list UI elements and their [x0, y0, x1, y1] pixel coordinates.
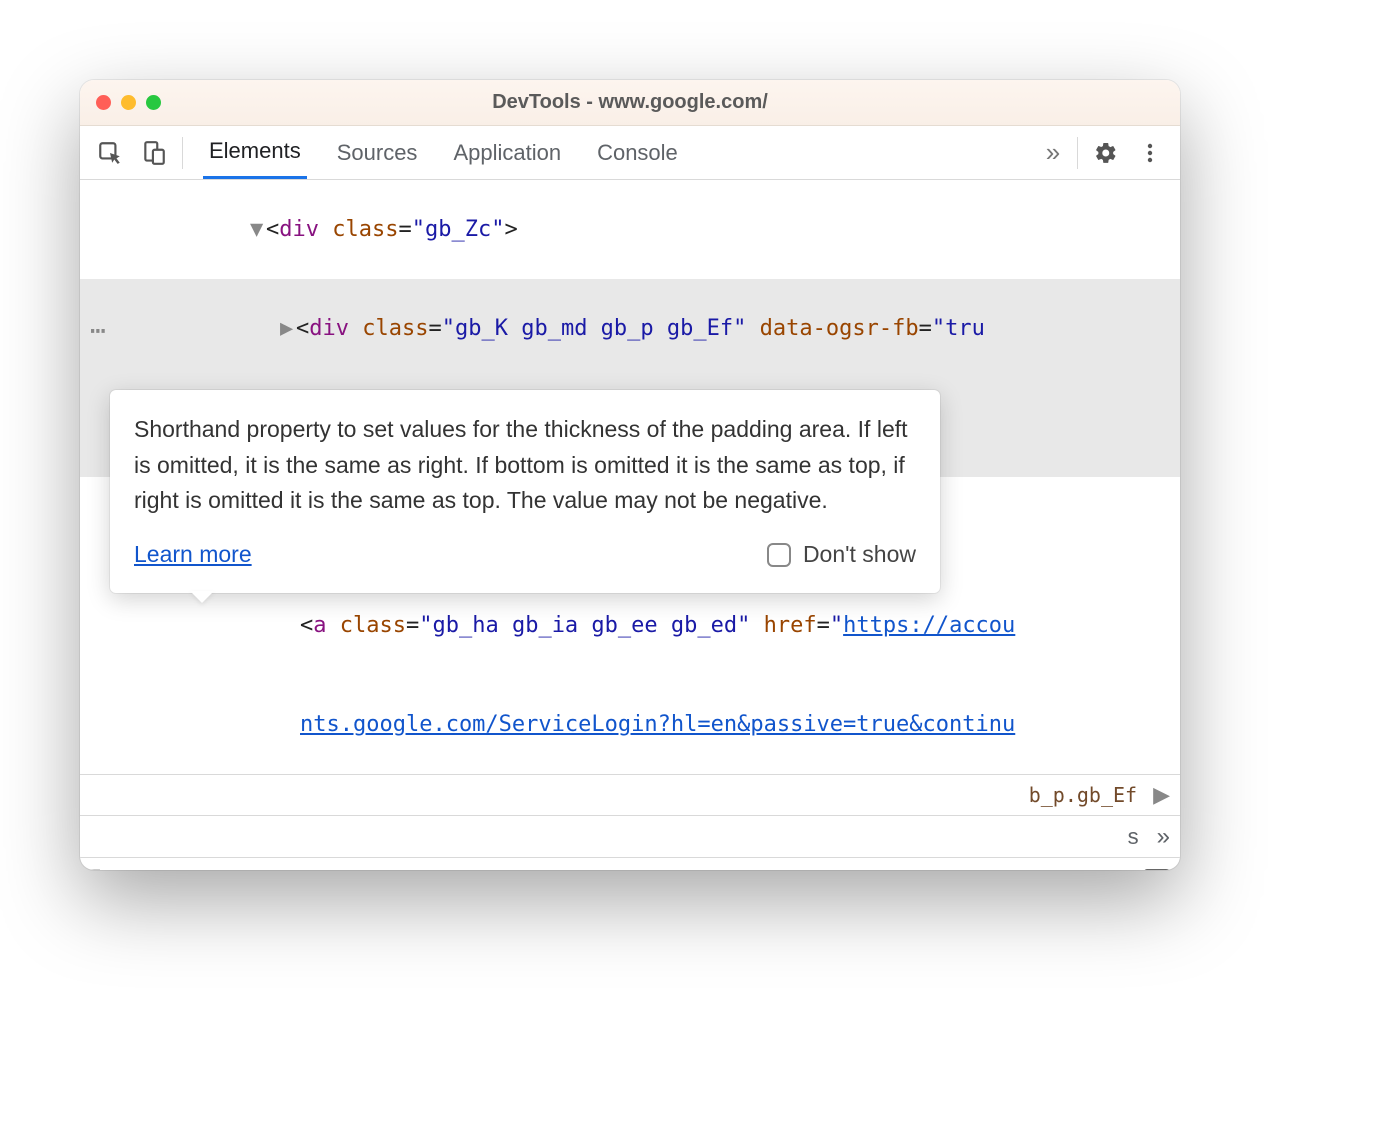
- separator: [1077, 137, 1078, 169]
- window-title: DevTools - www.google.com/: [80, 91, 1180, 114]
- overflow-icon[interactable]: ⋯: [90, 312, 108, 351]
- computed-styles-icon[interactable]: [1098, 869, 1122, 871]
- inspect-element-icon[interactable]: [88, 140, 132, 166]
- more-tabs-icon[interactable]: »: [1157, 823, 1170, 851]
- titlebar: DevTools - www.google.com/: [80, 80, 1180, 126]
- main-toolbar: Elements Sources Application Console »: [80, 126, 1180, 180]
- dom-line[interactable]: ▼<div class="gb_Zc">: [80, 180, 1180, 279]
- tab-elements[interactable]: Elements: [203, 126, 307, 179]
- minimize-window-button[interactable]: [121, 95, 136, 110]
- learn-more-link[interactable]: Learn more: [134, 537, 252, 573]
- tab-application[interactable]: Application: [447, 126, 567, 179]
- panel-tabs: Elements Sources Application Console: [203, 126, 684, 179]
- dont-show-label: Don't show: [803, 537, 916, 573]
- new-style-rule-icon[interactable]: +◢: [1061, 864, 1076, 870]
- styles-filter-bar: F +◢: [80, 858, 1180, 870]
- breadcrumb-item[interactable]: b_p.gb_Ef: [1029, 783, 1137, 807]
- tab-sources[interactable]: Sources: [331, 126, 424, 179]
- traffic-lights: [96, 95, 161, 110]
- separator: [182, 137, 183, 169]
- dom-line-selected[interactable]: ⋯▶<div class="gb_K gb_md gb_p gb_Ef" dat…: [80, 279, 1180, 378]
- filter-input-fragment[interactable]: F: [88, 867, 101, 870]
- devtools-window: DevTools - www.google.com/ Elements Sour…: [80, 80, 1180, 870]
- more-tabs-icon[interactable]: »: [1035, 137, 1071, 168]
- tooltip-arrow-icon: [190, 591, 214, 603]
- dont-show-checkbox[interactable]: [767, 543, 791, 567]
- settings-icon[interactable]: [1084, 141, 1128, 165]
- disclosure-triangle-icon[interactable]: ▼: [250, 213, 266, 246]
- tooltip-text: Shorthand property to set values for the…: [134, 412, 916, 519]
- dom-line[interactable]: nts.google.com/ServiceLogin?hl=en&passiv…: [80, 675, 1180, 774]
- breadcrumb-bar[interactable]: b_p.gb_Ef ▶: [80, 774, 1180, 816]
- disclosure-triangle-icon[interactable]: ▶: [280, 312, 296, 345]
- styles-tab-fragment[interactable]: s: [1128, 824, 1139, 850]
- toggle-sidebar-icon[interactable]: [1144, 869, 1170, 871]
- css-tooltip-popover: Shorthand property to set values for the…: [110, 390, 940, 593]
- zoom-window-button[interactable]: [146, 95, 161, 110]
- tab-console[interactable]: Console: [591, 126, 684, 179]
- scroll-right-icon[interactable]: ▶: [1153, 782, 1170, 808]
- device-toolbar-icon[interactable]: [132, 140, 176, 166]
- kebab-menu-icon[interactable]: [1128, 141, 1172, 165]
- href-link[interactable]: https://accou: [843, 613, 1015, 638]
- href-link[interactable]: nts.google.com/ServiceLogin?hl=en&passiv…: [300, 712, 1015, 737]
- close-window-button[interactable]: [96, 95, 111, 110]
- styles-tabs-bar[interactable]: s »: [80, 816, 1180, 858]
